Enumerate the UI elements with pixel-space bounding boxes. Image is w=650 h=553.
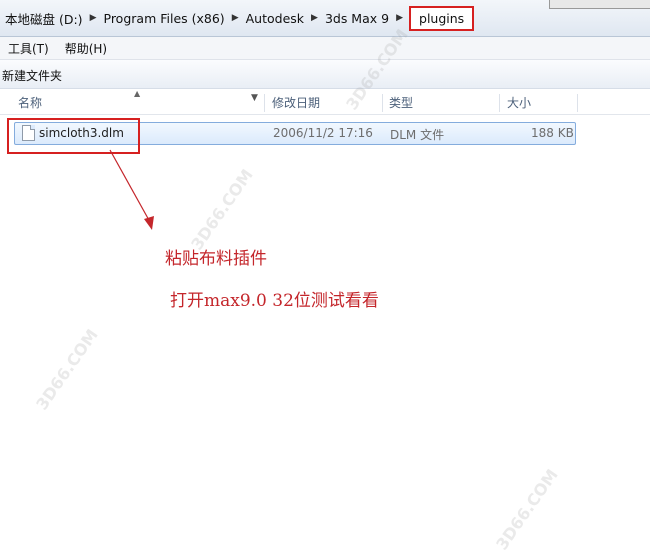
annotation-test-max: 打开max9.0 32位测试看看 [170, 291, 379, 311]
annotation-arrow [109, 149, 154, 230]
annotation-paste-plugin: 粘贴布料插件 [165, 249, 267, 269]
